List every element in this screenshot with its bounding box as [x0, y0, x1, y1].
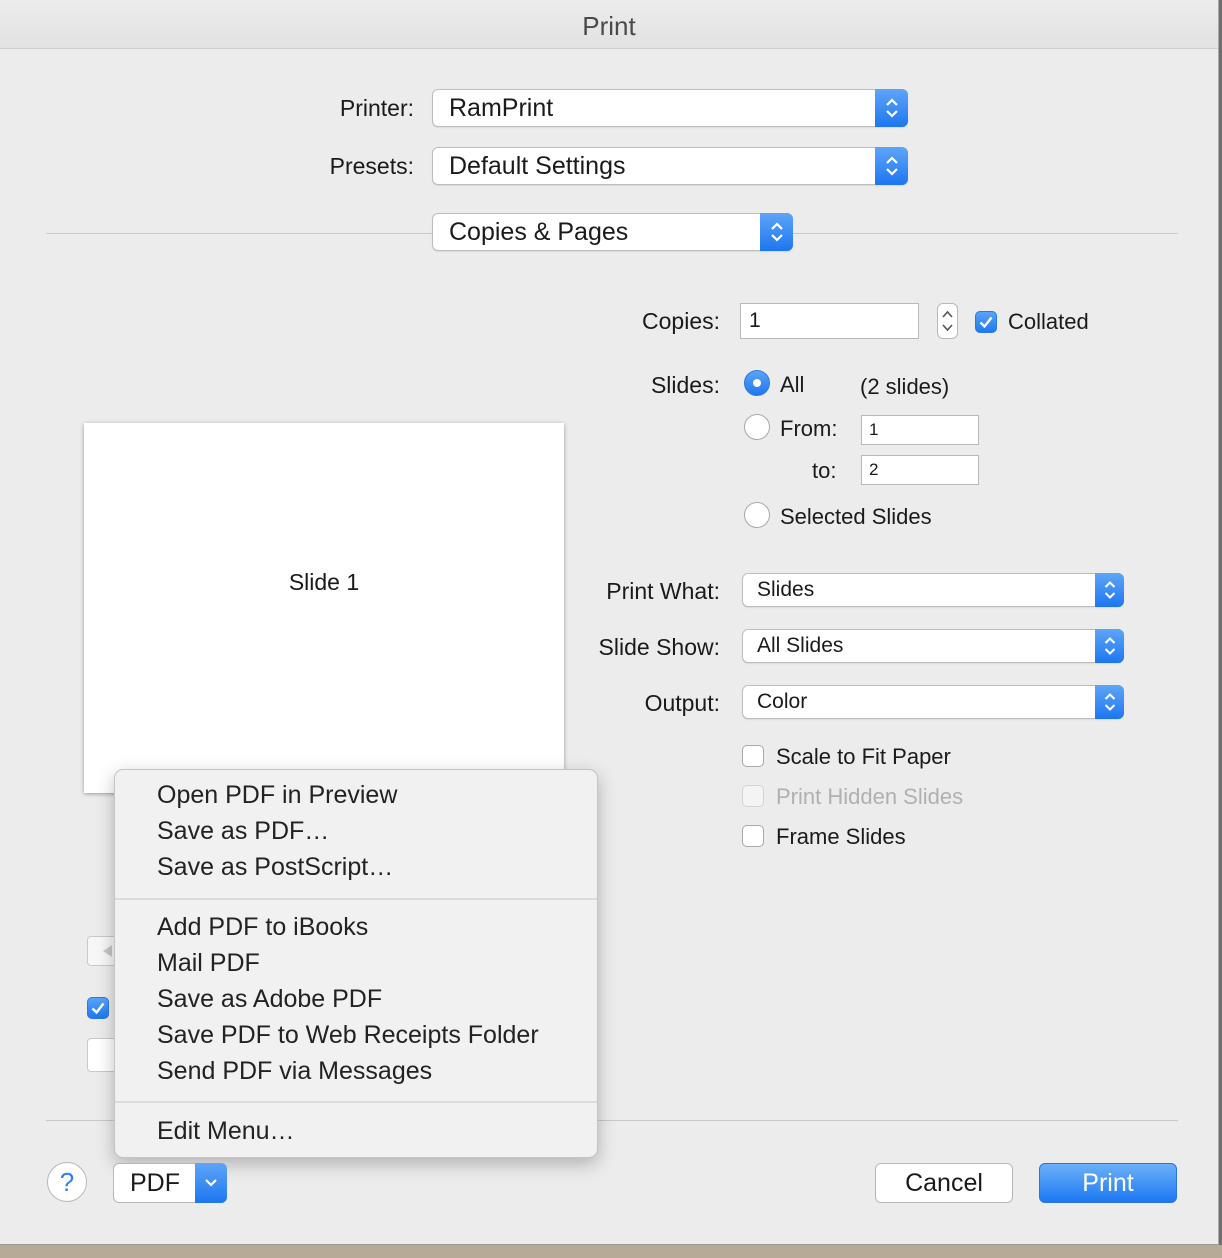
help-button[interactable]: ? — [47, 1162, 87, 1202]
presets-label: Presets: — [329, 153, 414, 179]
output-label: Output: — [644, 690, 720, 716]
copies-stepper[interactable] — [937, 303, 958, 339]
title-bar: Print — [0, 0, 1218, 49]
print-dialog: Print Printer: RamPrint Presets: Default… — [0, 0, 1219, 1245]
up-down-chevron-icon — [875, 147, 908, 185]
printer-label: Printer: — [339, 95, 414, 121]
cancel-button[interactable]: Cancel — [875, 1163, 1013, 1203]
slides-label: Slides: — [650, 372, 720, 398]
slides-all-radio[interactable] — [744, 370, 770, 396]
slide-show-popup[interactable]: All Slides — [742, 629, 1124, 663]
up-down-chevron-icon — [1095, 685, 1124, 719]
section-value: Copies & Pages — [449, 218, 629, 246]
stepper-arrows-icon — [942, 310, 953, 332]
slide-preview: Slide 1 — [84, 423, 564, 793]
output-popup[interactable]: Color — [742, 685, 1124, 719]
slides-from-radio[interactable] — [744, 414, 770, 440]
slides-count: (2 slides) — [860, 374, 950, 399]
menu-separator — [115, 898, 597, 900]
collated-label: Collated — [1008, 309, 1089, 334]
menu-item-mail-pdf[interactable]: Mail PDF — [157, 948, 260, 978]
printer-value: RamPrint — [449, 94, 554, 122]
collated-checkbox[interactable] — [975, 311, 997, 333]
print-button[interactable]: Print — [1039, 1163, 1177, 1203]
checkmark-icon — [91, 1002, 105, 1015]
pdf-button-label: PDF — [130, 1169, 180, 1197]
print-what-label: Print What: — [606, 578, 720, 604]
printer-popup[interactable]: RamPrint — [432, 89, 908, 127]
pdf-menu: Open PDF in Preview Save as PDF… Save as… — [114, 769, 598, 1158]
slide-show-label: Slide Show: — [598, 634, 720, 660]
preview-slide-title: Slide 1 — [288, 569, 360, 595]
section-popup[interactable]: Copies & Pages — [432, 213, 793, 251]
chevron-down-icon — [195, 1163, 227, 1203]
checkmark-icon — [979, 316, 993, 329]
print-hidden-label: Print Hidden Slides — [776, 784, 964, 809]
question-icon: ? — [59, 1167, 75, 1197]
presets-popup[interactable]: Default Settings — [432, 147, 908, 185]
print-what-popup[interactable]: Slides — [742, 573, 1124, 607]
menu-item-edit-menu[interactable]: Edit Menu… — [157, 1116, 295, 1146]
slides-from-input[interactable]: 1 — [861, 415, 979, 445]
menu-separator — [115, 1101, 597, 1103]
menu-item-send-pdf-via-messages[interactable]: Send PDF via Messages — [157, 1056, 432, 1086]
selected-slides-radio[interactable] — [744, 502, 770, 528]
frame-slides-label: Frame Slides — [776, 824, 906, 849]
slides-to-input[interactable]: 2 — [861, 455, 979, 485]
scale-to-fit-checkbox[interactable] — [742, 745, 764, 767]
menu-item-add-pdf-to-ibooks[interactable]: Add PDF to iBooks — [157, 912, 368, 942]
slides-from-label: From: — [780, 416, 838, 441]
menu-item-save-as-pdf[interactable]: Save as PDF… — [157, 816, 329, 846]
pdf-menu-button[interactable]: PDF — [113, 1163, 227, 1203]
menu-item-open-pdf-in-preview[interactable]: Open PDF in Preview — [157, 780, 397, 810]
desktop-background — [0, 1245, 1222, 1258]
frame-slides-checkbox[interactable] — [742, 825, 764, 847]
show-notes-checkbox[interactable] — [87, 997, 109, 1019]
slide-show-value: All Slides — [757, 634, 844, 657]
up-down-chevron-icon — [875, 89, 908, 127]
up-down-chevron-icon — [1095, 629, 1124, 663]
up-down-chevron-icon — [1095, 573, 1124, 607]
menu-item-save-pdf-to-web-receipts[interactable]: Save PDF to Web Receipts Folder — [157, 1020, 539, 1050]
copies-label: Copies: — [642, 308, 720, 334]
print-what-value: Slides — [757, 578, 815, 601]
menu-item-save-as-adobe-pdf[interactable]: Save as Adobe PDF — [157, 984, 382, 1014]
copies-input[interactable]: 1 — [740, 303, 919, 339]
selected-slides-label: Selected Slides — [780, 504, 932, 529]
print-hidden-checkbox — [742, 785, 764, 807]
slides-to-label: to: — [812, 458, 837, 483]
output-value: Color — [757, 690, 808, 713]
scale-to-fit-label: Scale to Fit Paper — [776, 744, 951, 769]
window-title: Print — [582, 11, 636, 41]
menu-item-save-as-postscript[interactable]: Save as PostScript… — [157, 852, 393, 882]
triangle-left-icon — [103, 945, 112, 957]
up-down-chevron-icon — [760, 213, 793, 251]
presets-value: Default Settings — [449, 152, 626, 180]
slides-all-label: All — [780, 372, 805, 397]
